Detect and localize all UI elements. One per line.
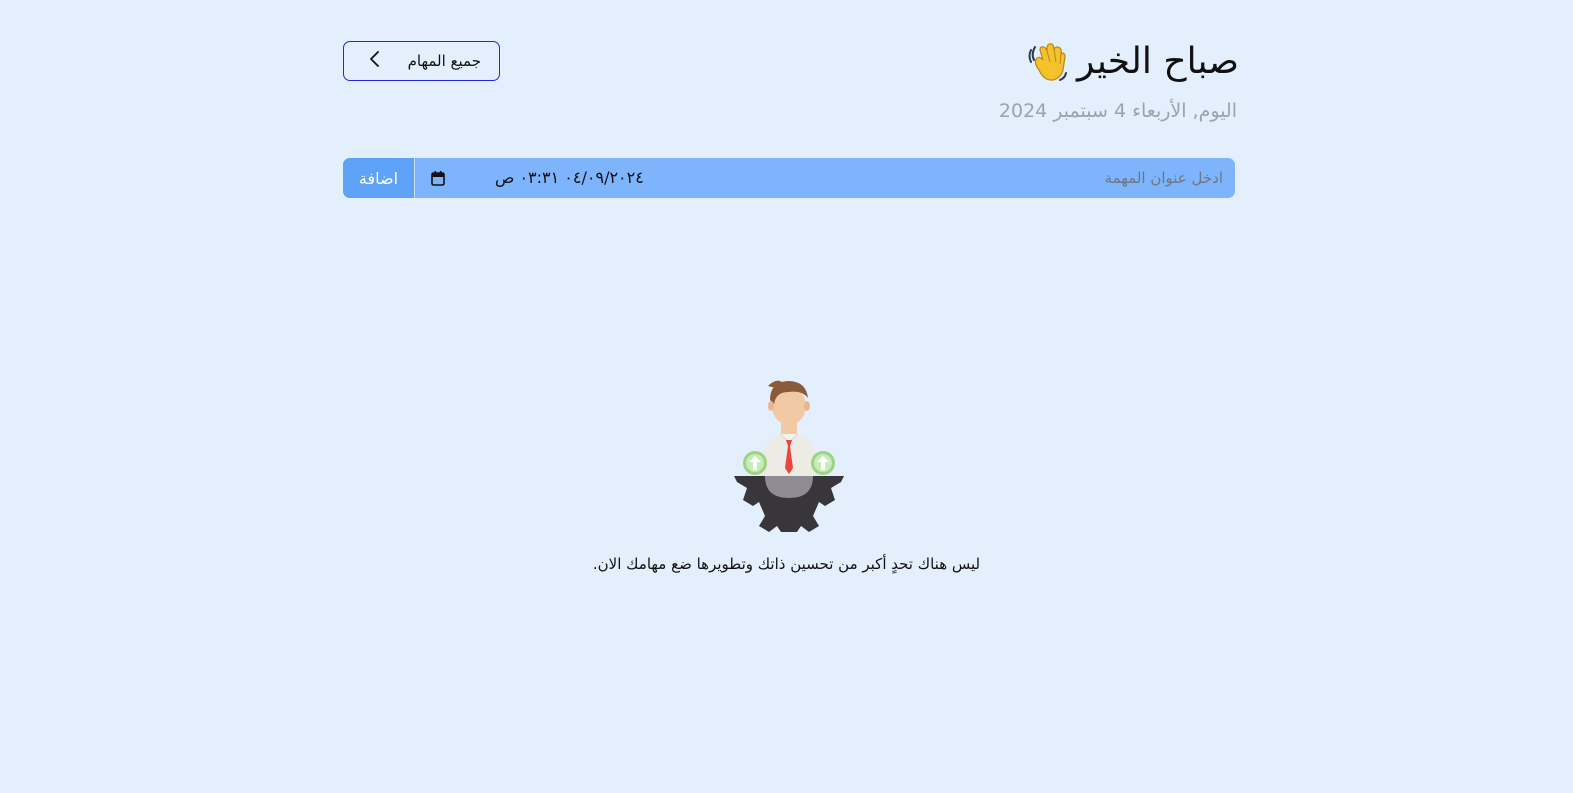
empty-state-illustration (730, 376, 848, 536)
all-tasks-label: جميع المهام (407, 52, 481, 70)
greeting-text: صباح الخير (1076, 41, 1239, 82)
task-input-bar: اضافة ٠٤/٠٩/٢٠٢٤ ٠٣:٣١ ص ادخل عنوان المه… (343, 158, 1235, 198)
greeting-heading: صباح الخير (1025, 38, 1239, 86)
waving-hand-icon (1025, 40, 1069, 84)
datetime-input[interactable]: ٠٤/٠٩/٢٠٢٤ ٠٣:٣١ ص (421, 158, 651, 198)
all-tasks-button[interactable]: جميع المهام (343, 41, 500, 81)
task-title-input[interactable]: ادخل عنوان المهمة (1105, 158, 1223, 198)
chevron-left-icon (368, 50, 382, 72)
empty-state-message: .ليس هناك تحدٍ أكبر من تحسين ذاتك وتطوير… (592, 555, 981, 573)
add-task-button[interactable]: اضافة (343, 158, 415, 198)
datetime-value: ٠٤/٠٩/٢٠٢٤ ٠٣:٣١ ص (495, 168, 644, 187)
today-date: اليوم, الأربعاء 4 سبتمبر 2024 (998, 100, 1237, 122)
